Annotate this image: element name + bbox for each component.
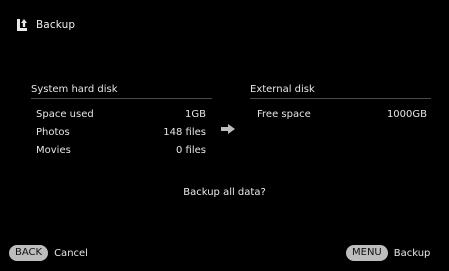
back-key-badge[interactable]: BACK	[9, 245, 49, 261]
free-space-label: Free space	[257, 109, 311, 120]
backup-screen: Backup System hard disk Space used 1GB P…	[0, 0, 449, 271]
arrow-right-icon	[221, 124, 235, 134]
divider	[31, 98, 212, 99]
system-disk-title: System hard disk	[31, 84, 118, 95]
space-used-value: 1GB	[185, 109, 206, 120]
space-used-label: Space used	[36, 109, 94, 120]
movies-value: 0 files	[176, 145, 206, 156]
backup-button[interactable]: MENU Backup	[346, 245, 430, 261]
movies-label: Movies	[36, 145, 71, 156]
backup-label[interactable]: Backup	[394, 248, 431, 259]
photos-label: Photos	[36, 127, 70, 138]
external-disk-title: External disk	[250, 84, 315, 95]
screen-header: Backup	[16, 16, 75, 34]
confirm-question: Backup all data?	[183, 187, 266, 198]
page-title: Backup	[36, 19, 76, 31]
divider	[250, 98, 431, 99]
photos-value: 148 files	[163, 127, 206, 138]
free-space-value: 1000GB	[386, 109, 427, 120]
menu-key-badge[interactable]: MENU	[346, 245, 388, 261]
cancel-label[interactable]: Cancel	[54, 248, 88, 259]
backup-icon	[17, 19, 27, 31]
cancel-button[interactable]: BACK Cancel	[9, 245, 88, 261]
